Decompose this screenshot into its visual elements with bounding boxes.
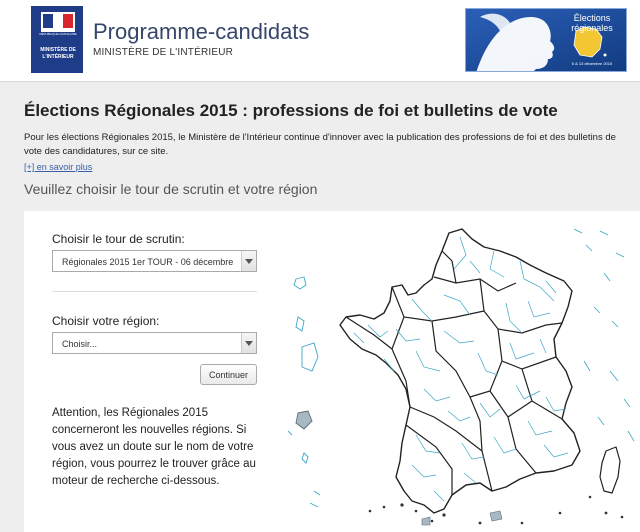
elections-banner: Élections régionales 6 & 13 décembre 201… <box>465 8 627 72</box>
logo-ministry-text: MINISTÈRE DE L'INTÉRIEUR <box>40 47 76 60</box>
banner-title: Élections régionales <box>571 13 613 33</box>
divider <box>52 291 257 292</box>
france-regions-map[interactable] <box>284 221 640 532</box>
page-title: Élections Régionales 2015 : professions … <box>24 101 558 120</box>
selection-panel: Choisir le tour de scrutin: Régionales 2… <box>24 211 640 532</box>
map-overseas-territories[interactable] <box>287 276 321 508</box>
round-select[interactable]: Régionales 2015 1er TOUR - 06 décembre <box>52 250 257 272</box>
selection-prompt: Veuillez choisir le tour de scrutin et v… <box>24 181 318 197</box>
round-label: Choisir le tour de scrutin: <box>52 232 185 246</box>
ministry-logo[interactable]: RÉPUBLIQUE FRANÇAISE MINISTÈRE DE L'INTÉ… <box>31 6 83 73</box>
logo-caption: RÉPUBLIQUE FRANÇAISE <box>39 32 77 36</box>
banner-date: 6 & 13 décembre 2015 <box>571 61 613 66</box>
region-select-value: Choisir... <box>62 339 98 349</box>
chevron-down-icon[interactable] <box>241 251 256 271</box>
site-title[interactable]: Programme-candidats <box>93 19 309 45</box>
map-guadeloupe <box>293 276 307 290</box>
map-reunion <box>295 410 313 430</box>
chevron-down-icon[interactable] <box>241 333 256 353</box>
map-guyane <box>301 342 319 372</box>
more-info-link[interactable]: [+] en savoir plus <box>24 162 92 172</box>
map-north-islands <box>573 228 635 442</box>
french-flag-icon <box>41 12 75 32</box>
intro-text: Pour les élections Régionales 2015, le M… <box>24 132 616 157</box>
map-martinique <box>295 316 305 332</box>
region-label: Choisir votre région: <box>52 314 160 328</box>
site-header: RÉPUBLIQUE FRANÇAISE MINISTÈRE DE L'INTÉ… <box>0 0 640 82</box>
map-mainland[interactable] <box>339 228 581 514</box>
round-select-value: Régionales 2015 1er TOUR - 06 décembre <box>62 257 234 267</box>
continue-button[interactable]: Continuer <box>200 364 257 385</box>
site-subtitle: MINISTÈRE DE L'INTÉRIEUR <box>93 47 234 58</box>
map-mayotte <box>301 452 309 464</box>
map-corsica[interactable] <box>599 446 621 494</box>
region-select[interactable]: Choisir... <box>52 332 257 354</box>
regions-notice: Attention, les Régionales 2015 concerner… <box>52 407 256 487</box>
